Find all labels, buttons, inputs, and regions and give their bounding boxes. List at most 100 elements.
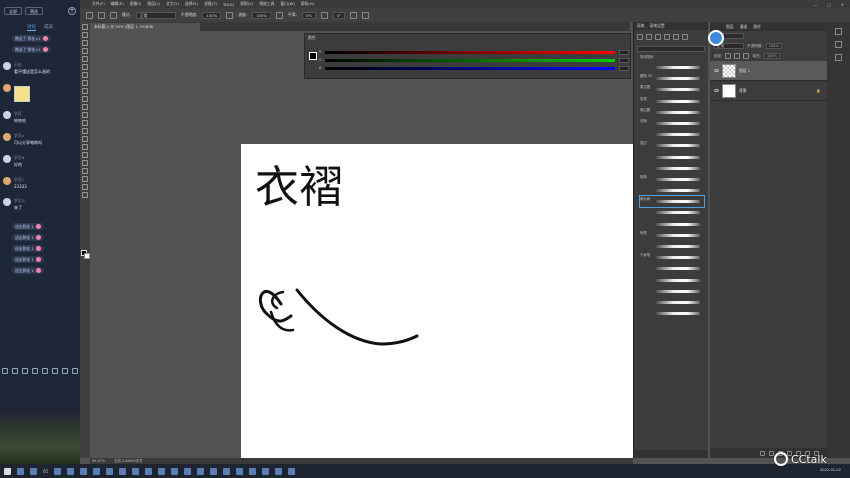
marquee-tool-icon[interactable]	[82, 32, 88, 38]
taskbar-app-icon[interactable]	[197, 467, 205, 475]
taskbar-app-icon[interactable]	[158, 467, 166, 475]
image-icon[interactable]	[32, 368, 38, 374]
symmetry-icon[interactable]	[362, 11, 370, 19]
menu-help[interactable]: 帮助(H)	[301, 1, 314, 7]
blue-value-field[interactable]	[619, 66, 629, 71]
brush-preset[interactable]: 粗糙	[640, 174, 704, 185]
home-icon[interactable]	[86, 11, 93, 19]
document-tab[interactable]: 未标题-1 @ 50% (图层 1, RGB/8)	[90, 23, 200, 31]
taskbar-app-icon[interactable]	[106, 467, 114, 475]
brush-settings-icon[interactable]	[110, 11, 117, 19]
background-color-swatch[interactable]	[84, 253, 90, 259]
tab-paths[interactable]: 路径	[753, 24, 761, 30]
magic-wand-icon[interactable]	[82, 48, 88, 54]
brush-preset[interactable]: 硬边圆	[640, 107, 704, 118]
brush-preset[interactable]	[640, 185, 704, 196]
brush-preset[interactable]: 圆角 50	[640, 73, 704, 84]
frame-tool-icon[interactable]	[82, 64, 88, 70]
photoshop-icon[interactable]	[80, 467, 88, 475]
layer-row[interactable]: 背景 🔒	[710, 81, 827, 101]
taskbar-app-icon[interactable]	[275, 467, 283, 475]
scissors-icon[interactable]	[22, 368, 28, 374]
emoji-icon[interactable]	[12, 368, 18, 374]
image-thumbnail[interactable]	[14, 86, 30, 102]
close-icon[interactable]: ✕	[841, 2, 844, 7]
tab-layers[interactable]: 图层	[726, 24, 734, 30]
flow-field[interactable]: 100%	[252, 11, 271, 19]
brush-preset[interactable]	[640, 207, 704, 218]
add-icon[interactable]: +	[68, 7, 76, 15]
move-tool-icon[interactable]	[82, 24, 88, 30]
screen-icon[interactable]	[72, 368, 78, 374]
airbrush-icon[interactable]	[275, 11, 283, 19]
smoothing-field[interactable]: 0%	[301, 11, 316, 19]
brush-preset-icon[interactable]	[664, 34, 670, 40]
brush-preset-icon[interactable]	[682, 34, 688, 40]
green-value-field[interactable]	[619, 58, 629, 63]
brush-preset[interactable]	[640, 129, 704, 140]
brush-preset[interactable]: 流畅	[640, 118, 704, 129]
taskbar-app-icon[interactable]	[145, 467, 153, 475]
taskbar-app-icon[interactable]	[223, 467, 231, 475]
menu-filter[interactable]: 滤镜(T)	[204, 1, 217, 7]
minimize-icon[interactable]: —	[813, 2, 817, 7]
brush-group[interactable]: 常用笔刷	[640, 54, 704, 62]
brush-preset[interactable]	[640, 152, 704, 163]
eye-icon[interactable]	[714, 69, 719, 72]
type-tool-icon[interactable]	[82, 152, 88, 158]
opacity-field[interactable]: 100%	[202, 11, 222, 19]
taskbar-app-icon[interactable]	[132, 467, 140, 475]
eraser-icon[interactable]	[82, 112, 88, 118]
layer-fill-field[interactable]: 100%	[763, 53, 781, 59]
current-color-swatch[interactable]	[309, 52, 317, 60]
brush-preset[interactable]: 硬毛刷	[639, 195, 705, 209]
lock-position-icon[interactable]	[734, 53, 741, 59]
history-brush-icon[interactable]	[82, 104, 88, 110]
tab-channels[interactable]: 通道	[740, 24, 748, 30]
brush-preset[interactable]: 炭笔	[640, 96, 704, 107]
menu-file[interactable]: 文件(F)	[92, 1, 105, 7]
taskbar-app-icon[interactable]	[262, 467, 270, 475]
layer-row[interactable]: 图层 1	[710, 61, 827, 81]
tab-brushes[interactable]: 画笔	[637, 23, 645, 29]
taskbar-app-icon[interactable]	[236, 467, 244, 475]
taskbar-app-icon[interactable]	[184, 467, 192, 475]
red-slider[interactable]	[325, 51, 615, 54]
red-value-field[interactable]	[619, 50, 629, 55]
brush-preset-icon[interactable]	[646, 34, 652, 40]
folder-icon[interactable]	[62, 368, 68, 374]
star-icon[interactable]	[2, 368, 8, 374]
hand-tool-icon[interactable]	[82, 176, 88, 182]
gradient-icon[interactable]	[82, 120, 88, 126]
brush-preset-icon[interactable]	[637, 34, 643, 40]
brush-tool-icon[interactable]	[82, 88, 88, 94]
brush-preset[interactable]: 湿边	[640, 140, 704, 151]
angle-field[interactable]: 0°	[332, 11, 346, 19]
brush-icon[interactable]	[98, 11, 105, 19]
taskbar-app-icon[interactable]	[288, 467, 296, 475]
brush-preset[interactable]: 干画笔	[640, 252, 704, 263]
taskbar-app-icon[interactable]	[17, 467, 24, 475]
brush-preset[interactable]	[640, 263, 704, 274]
brush-preset[interactable]	[640, 275, 704, 286]
stamp-tool-icon[interactable]	[82, 96, 88, 102]
pressure-size-icon[interactable]	[350, 11, 358, 19]
brush-preset[interactable]	[640, 286, 704, 297]
dodge-icon[interactable]	[82, 136, 88, 142]
taskbar-app-icon[interactable]	[30, 467, 37, 475]
panel-dock-icon[interactable]	[835, 54, 842, 61]
taskbar-app-icon[interactable]	[93, 467, 101, 475]
zoom-tool-icon[interactable]	[82, 184, 88, 190]
menu-3d[interactable]: 3D(D)	[223, 2, 234, 7]
pressure-opacity-icon[interactable]	[226, 11, 234, 19]
lasso-tool-icon[interactable]	[82, 40, 88, 46]
file-icon[interactable]	[42, 368, 48, 374]
menu-window[interactable]: 窗口(W)	[280, 1, 294, 7]
taskbar-app-icon[interactable]	[119, 467, 127, 475]
tab-discussion[interactable]: 讨论	[27, 24, 36, 31]
blue-slider[interactable]	[325, 67, 615, 70]
taskbar-app-icon[interactable]	[54, 467, 62, 475]
green-slider[interactable]	[325, 59, 615, 62]
clock-icon[interactable]	[52, 368, 58, 374]
pen-tool-icon[interactable]	[82, 144, 88, 150]
